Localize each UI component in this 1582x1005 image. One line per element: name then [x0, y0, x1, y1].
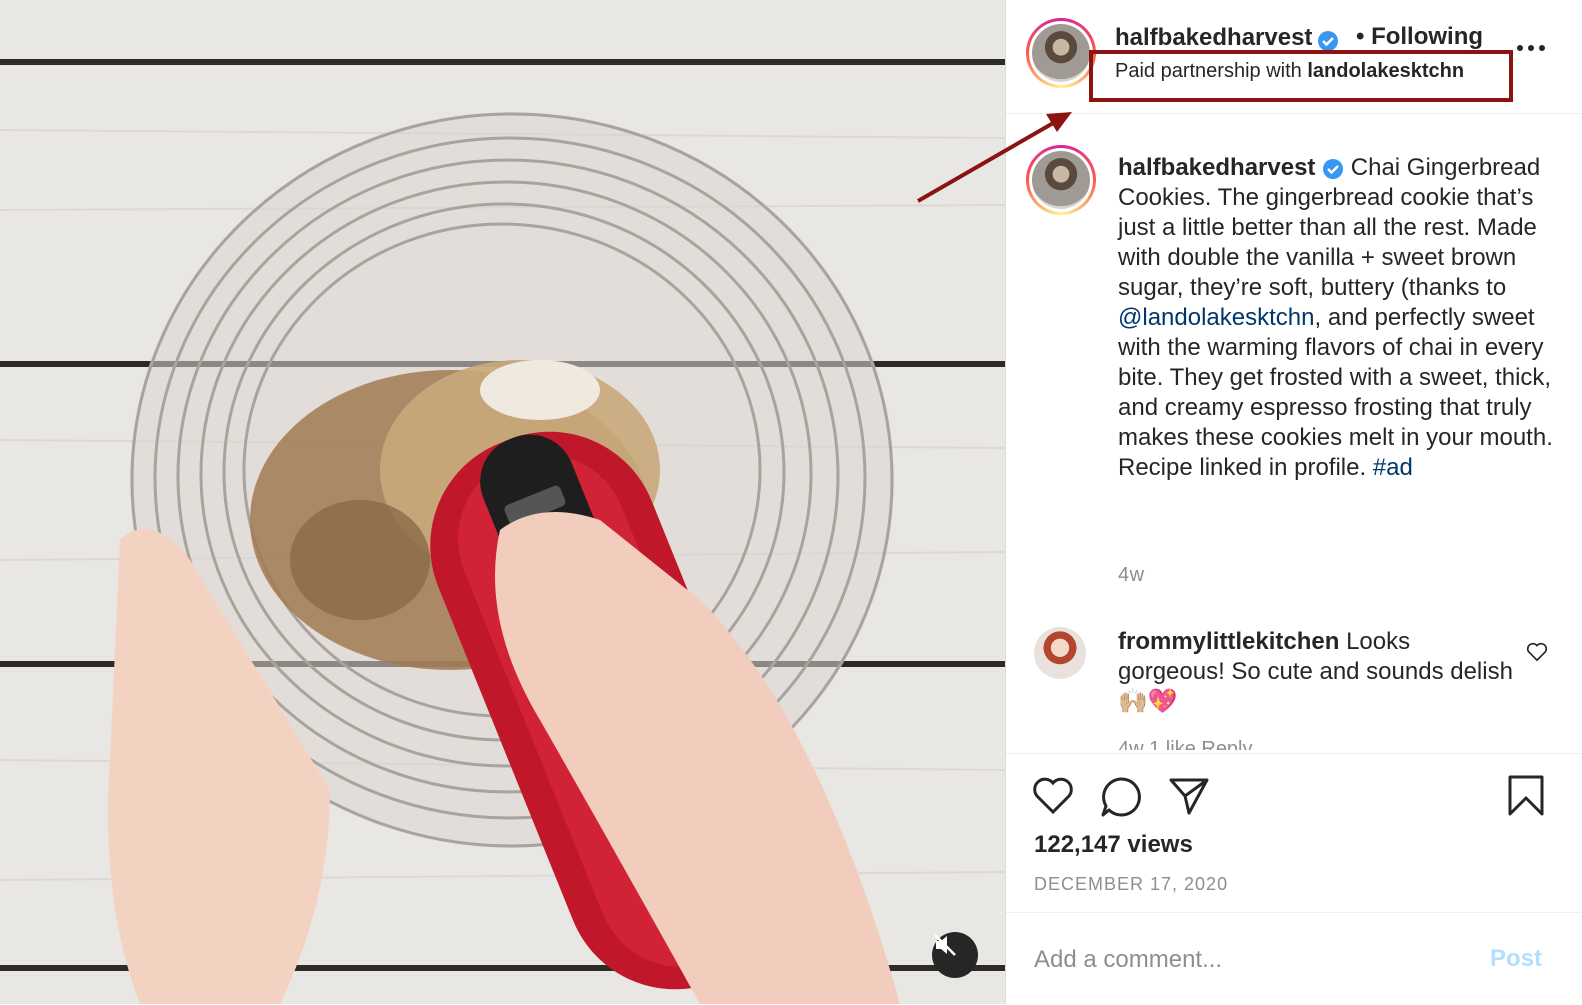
mute-icon — [934, 934, 956, 956]
view-count[interactable]: 122,147 views — [1034, 831, 1193, 859]
commenter-username[interactable]: frommylittlekitchen — [1118, 628, 1339, 655]
hashtag-link[interactable]: #ad — [1373, 454, 1413, 481]
comment-input[interactable] — [1032, 939, 1466, 981]
post-media-video[interactable] — [0, 0, 1005, 1004]
post-time-ago[interactable]: 4w — [1118, 564, 1145, 587]
commenter-avatar[interactable] — [1034, 627, 1086, 679]
verified-badge-icon — [1317, 30, 1338, 51]
comment-item: frommylittlekitchen Looks gorgeous! So c… — [1118, 627, 1518, 717]
comment-meta: 4w 1 like Reply — [1118, 738, 1253, 750]
verified-badge-icon — [1323, 158, 1344, 179]
annotation-highlight-box — [1089, 50, 1513, 102]
like-heart-icon[interactable] — [1032, 776, 1074, 816]
comment-icon[interactable] — [1100, 776, 1142, 818]
caption-username[interactable]: halfbakedharvest — [1118, 154, 1315, 181]
mention-link[interactable]: @landolakesktchn — [1118, 304, 1314, 331]
comment-like-heart-icon[interactable] — [1526, 642, 1548, 662]
post-actions-bar: 122,147 views DECEMBER 17, 2020 — [1006, 753, 1582, 914]
post-comment-button[interactable]: Post — [1490, 945, 1542, 973]
add-comment-bar: Post — [1006, 912, 1582, 1005]
post-date: DECEMBER 17, 2020 — [1034, 874, 1229, 894]
caption-author-avatar[interactable] — [1026, 145, 1096, 215]
post-caption: halfbakedharvest Chai Gingerbread Cookie… — [1118, 153, 1558, 483]
bookmark-icon[interactable] — [1506, 774, 1546, 818]
mute-button[interactable] — [932, 932, 978, 978]
following-button[interactable]: • Following — [1356, 23, 1483, 51]
author-avatar[interactable] — [1026, 18, 1096, 88]
post-details-panel: halfbakedharvest • Following Paid partne… — [1005, 0, 1582, 1004]
more-options-icon[interactable] — [1514, 38, 1548, 58]
author-username[interactable]: halfbakedharvest — [1115, 24, 1312, 51]
share-icon[interactable] — [1168, 776, 1210, 816]
video-frame — [0, 0, 1005, 1004]
